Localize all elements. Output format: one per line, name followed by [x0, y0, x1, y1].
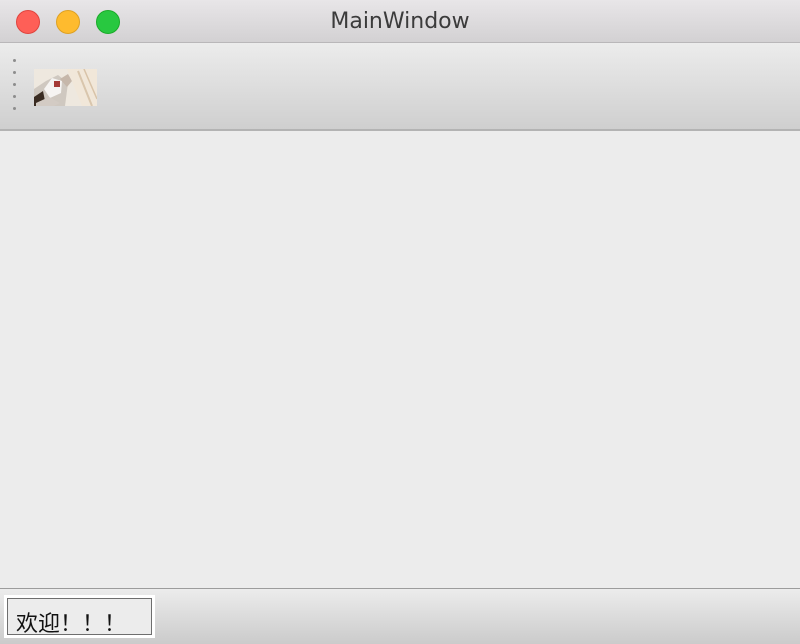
title-bar[interactable]: MainWindow — [0, 0, 800, 43]
toolbar-image-button[interactable] — [34, 69, 97, 106]
window-title: MainWindow — [330, 9, 470, 34]
status-bar: 欢迎！！！ — [0, 588, 800, 644]
status-message: 欢迎！！！ — [16, 612, 127, 637]
toolbar — [0, 43, 800, 131]
central-widget — [0, 131, 800, 588]
status-message-field: 欢迎！！！ — [4, 595, 155, 638]
main-window: MainWindow 欢迎！！！ — [0, 0, 800, 644]
image-thumbnail-icon — [34, 69, 97, 106]
toolbar-grip-handle[interactable] — [13, 59, 18, 115]
